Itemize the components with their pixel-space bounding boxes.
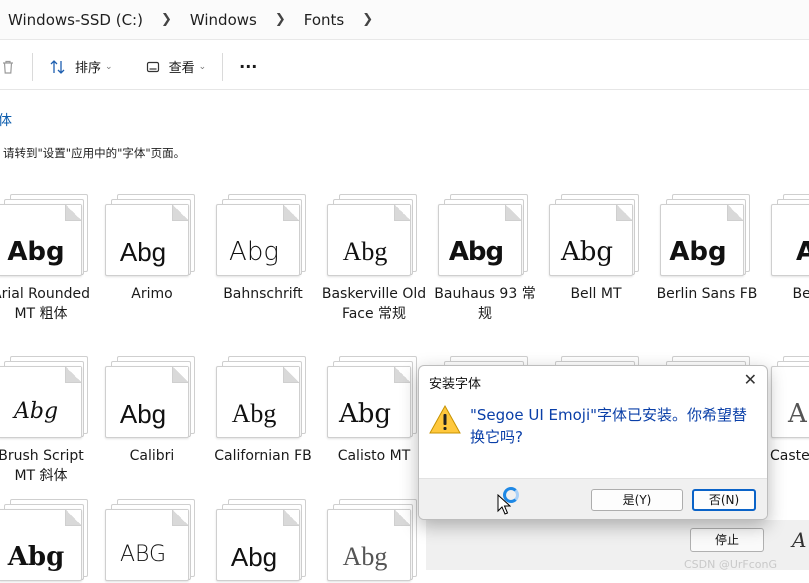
font-label: Arimo [131, 286, 173, 302]
font-label: Calibri [129, 448, 175, 464]
sort-label: 排序 [75, 61, 102, 76]
font-tile[interactable]: Abg [438, 190, 530, 276]
chevron-down-icon: ⌄ [198, 61, 207, 72]
font-preview: Abg [119, 399, 167, 429]
dialog-message: "Segoe UI Emoji"字体已安装。你希望替换它吗? [470, 406, 748, 446]
dialog-title: 安装字体 [429, 377, 482, 392]
font-preview: Abg [342, 237, 388, 266]
more-options-button[interactable]: ··· [231, 51, 265, 83]
font-label: Berlin Sans FB [656, 286, 758, 302]
font-preview: ABG [119, 542, 167, 567]
mouse-cursor-icon [497, 494, 511, 515]
font-preview: Abg [7, 237, 65, 267]
chevron-right-icon[interactable]: ❯ [352, 12, 383, 27]
font-label: Brush Script MT 斜体 [0, 448, 84, 484]
font-label: Caste [770, 448, 809, 464]
font-preview: Abg [230, 542, 278, 572]
chevron-right-icon: ❯ [274, 12, 286, 27]
sort-button[interactable]: 排序 ⌄ [41, 51, 121, 83]
font-tile[interactable]: ABG [105, 495, 197, 581]
font-preview: Abg [448, 237, 504, 267]
font-tile[interactable]: Abg [105, 190, 197, 276]
font-preview: Abg [338, 399, 392, 429]
stop-button[interactable]: 停止 [690, 528, 764, 552]
toolbar-divider [32, 52, 33, 81]
font-preview: A [796, 237, 809, 267]
close-icon[interactable]: ✕ [744, 370, 757, 389]
settings-link[interactable]: 体 [0, 110, 12, 130]
font-tile[interactable]: Abg [660, 190, 752, 276]
font-label: Californian FB [214, 448, 312, 464]
font-preview: Abg [231, 399, 277, 428]
font-label: Arial Rounded MT 粗体 [0, 286, 90, 322]
chevron-down-icon: ⌄ [105, 61, 113, 72]
font-tile[interactable]: Abg [216, 495, 308, 581]
warning-icon [429, 404, 461, 434]
font-preview: A [788, 399, 807, 429]
font-label: Baskerville Old Face 常规 [321, 286, 427, 322]
font-label: Bell MT [570, 286, 622, 302]
font-tile[interactable]: Abg [216, 190, 308, 276]
chevron-right-icon: ❯ [160, 12, 172, 27]
font-preview: Abg [669, 237, 727, 267]
view-icon [146, 61, 159, 72]
font-tile[interactable]: Abg [327, 495, 419, 581]
font-tile[interactable]: Abg [0, 190, 90, 276]
file-explorer-window: Windows-SSD (C:) ❯ Windows ❯ Fonts ❯ 排序 … [0, 0, 809, 583]
address-bar[interactable]: Windows-SSD (C:) ❯ Windows ❯ Fonts ❯ [0, 0, 809, 40]
font-preview: Abg [13, 399, 59, 424]
view-label: 查看 [168, 61, 195, 76]
font-tile[interactable]: Abg [327, 352, 419, 438]
install-font-dialog: 安装字体 ✕ "Segoe UI Emoji"字体已安装。你希望替换它吗? 是(… [418, 365, 768, 520]
font-tile[interactable]: A [771, 352, 809, 438]
font-tile[interactable]: Abg [216, 352, 308, 438]
breadcrumb-fonts[interactable]: Fonts [296, 11, 352, 29]
view-button[interactable]: 查看 ⌄ [137, 51, 215, 83]
delete-icon[interactable] [0, 51, 24, 83]
dialog-footer: 是(Y) 否(N) [419, 478, 767, 519]
font-label: Bahnschrift [223, 286, 303, 302]
settings-note: 请转到"设置"应用中的"字体"页面。 [3, 146, 186, 160]
font-tile[interactable]: Abg [0, 495, 90, 581]
font-preview: Abg [7, 542, 65, 572]
font-label: Bern 粗 [792, 286, 809, 302]
font-tile[interactable]: A [771, 190, 809, 276]
no-button[interactable]: 否(N) [692, 489, 756, 511]
toolbar-divider [222, 52, 224, 81]
font-preview: A [792, 528, 807, 552]
font-tile[interactable]: Abg [0, 352, 90, 438]
font-preview: Abg [119, 237, 167, 267]
font-tile[interactable]: Abg [105, 352, 197, 438]
font-preview: Abg [342, 542, 388, 571]
font-tile[interactable]: Abg [549, 190, 641, 276]
command-bar: 排序 ⌄ 查看 ⌄ ··· [0, 44, 809, 90]
yes-button[interactable]: 是(Y) [591, 489, 683, 511]
font-tile[interactable]: Abg [327, 190, 419, 276]
watermark-text: CSDN @UrFconG [684, 558, 778, 571]
font-label: Calisto MT [337, 448, 411, 464]
font-preview: Abg [560, 237, 614, 267]
breadcrumb-drive[interactable]: Windows-SSD (C:) [0, 11, 151, 29]
breadcrumb-windows[interactable]: Windows [182, 11, 265, 29]
font-preview: Abg [229, 237, 279, 267]
sort-icon [50, 59, 65, 74]
font-label: Bauhaus 93 常规 [434, 286, 536, 322]
